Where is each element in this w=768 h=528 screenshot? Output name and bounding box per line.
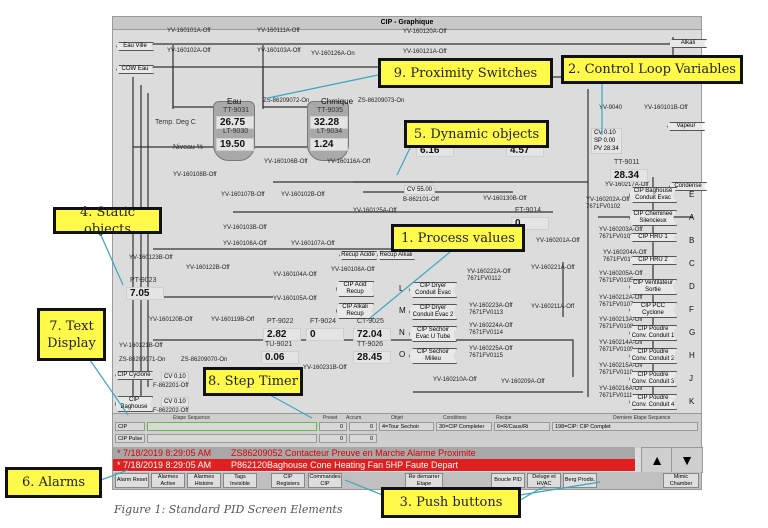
callout-label: 1. Process values [391, 224, 525, 252]
arrow-process [369, 251, 451, 319]
arrow-dynamic [396, 147, 411, 176]
arrow-text-display [89, 359, 129, 416]
arrow-step-timer [269, 394, 313, 419]
callout-label: 8. Step Timer [203, 367, 303, 396]
callout-label: 4. Static objects [53, 205, 162, 237]
arrow-push-3 [519, 481, 601, 496]
arrow-proximity [267, 74, 379, 99]
arrow-static [99, 232, 124, 286]
callout-label: 7. Text Display [37, 308, 106, 361]
callout-label: 5. Dynamic objects [404, 120, 549, 148]
callout-label: 9. Proximity Switches [378, 58, 553, 88]
arrow-alarms [100, 469, 129, 481]
callout-label: 2. Control Loop Variables [561, 55, 743, 84]
callout-label: 3. Push buttons [381, 487, 521, 518]
callout-label: 6. Alarms [5, 467, 102, 498]
